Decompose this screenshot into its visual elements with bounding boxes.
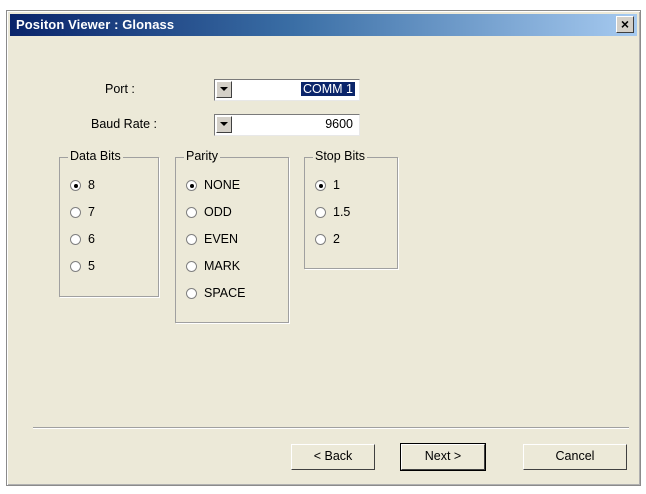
cancel-button[interactable]: Cancel	[523, 444, 627, 470]
parity-option-label: SPACE	[204, 286, 246, 300]
stop-bits-option-label: 2	[333, 232, 340, 246]
radio-button[interactable]	[186, 234, 197, 245]
close-button[interactable]: ×	[616, 16, 634, 33]
radio-button[interactable]	[70, 234, 81, 245]
port-label: Port :	[105, 82, 135, 96]
radio-button[interactable]	[186, 180, 197, 191]
baud-rate-select[interactable]: 9600	[214, 114, 360, 136]
data-bits-option-label: 6	[88, 232, 95, 246]
stop-bits-group: Stop Bits 1 1.5 2	[304, 149, 398, 269]
radio-button[interactable]	[70, 261, 81, 272]
parity-option-label: EVEN	[204, 232, 239, 246]
radio-button[interactable]	[315, 234, 326, 245]
data-bits-title: Data Bits	[68, 149, 123, 163]
divider	[33, 427, 629, 429]
data-bits-group: Data Bits 8 7 6 5	[59, 149, 159, 297]
data-bits-option-label: 5	[88, 259, 95, 273]
port-select-value: COMM 1	[301, 82, 355, 96]
radio-button[interactable]	[315, 207, 326, 218]
stop-bits-option-label: 1.5	[333, 205, 351, 219]
port-dropdown-button[interactable]	[216, 81, 232, 98]
parity-group: Parity NONE ODD EVEN MARK SPACE	[175, 149, 289, 323]
parity-title: Parity	[184, 149, 220, 163]
data-bits-option-label: 8	[88, 178, 95, 192]
title-bar[interactable]: Positon Viewer : Glonass ×	[10, 14, 637, 36]
next-button[interactable]: Next >	[400, 443, 486, 471]
stop-bits-title: Stop Bits	[313, 149, 368, 163]
back-button[interactable]: < Back	[291, 444, 375, 470]
parity-option-label: ODD	[204, 205, 232, 219]
radio-button[interactable]	[315, 180, 326, 191]
close-icon: ×	[620, 16, 630, 32]
parity-option-label: NONE	[204, 178, 241, 192]
window-title: Positon Viewer : Glonass	[16, 17, 175, 32]
data-bits-option-label: 7	[88, 205, 95, 219]
baud-rate-select-value: 9600	[325, 117, 353, 131]
radio-button[interactable]	[70, 207, 81, 218]
dialog-window: Positon Viewer : Glonass × Port : COMM 1…	[6, 10, 641, 486]
baud-rate-label: Baud Rate :	[91, 117, 158, 131]
stop-bits-option-label: 1	[333, 178, 340, 192]
parity-option-label: MARK	[204, 259, 241, 273]
baud-rate-dropdown-button[interactable]	[216, 116, 232, 133]
radio-button[interactable]	[186, 207, 197, 218]
radio-button[interactable]	[186, 261, 197, 272]
port-select[interactable]: COMM 1	[214, 79, 360, 101]
radio-button[interactable]	[70, 180, 81, 191]
radio-button[interactable]	[186, 288, 197, 299]
